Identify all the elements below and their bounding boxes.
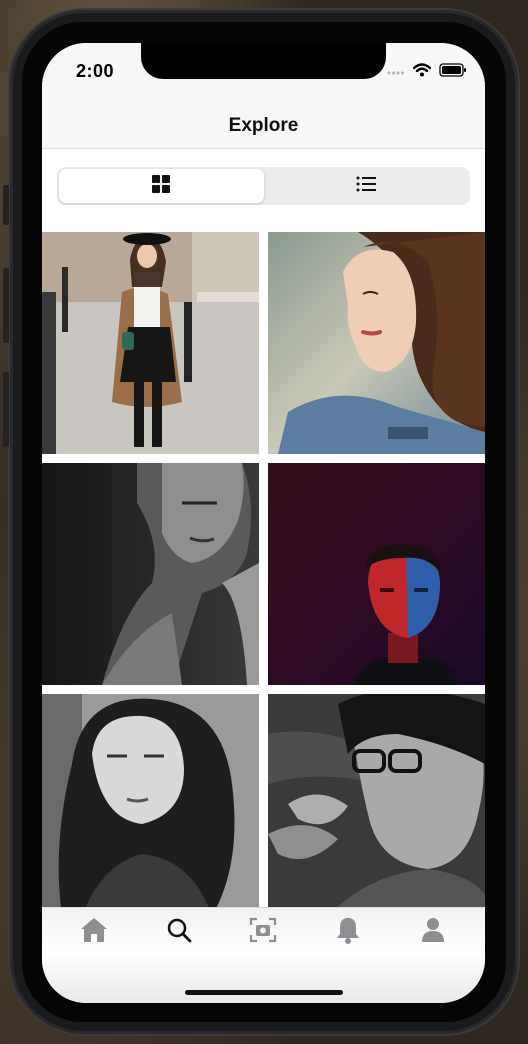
- profile-icon: [421, 917, 445, 948]
- tab-notifications[interactable]: [326, 912, 370, 952]
- tab-camera[interactable]: [241, 912, 285, 952]
- photo-man-glasses[interactable]: [268, 694, 485, 916]
- home-icon: [79, 916, 109, 949]
- status-time: 2:00: [76, 61, 115, 81]
- home-indicator[interactable]: [185, 990, 343, 995]
- notch: [141, 43, 386, 79]
- explore-content: [42, 149, 485, 916]
- grid-view-icon: [152, 174, 171, 198]
- photo-woman-profile[interactable]: [268, 232, 485, 454]
- photo-man-red-blue[interactable]: [268, 463, 485, 685]
- photo-woman-portrait[interactable]: [42, 694, 259, 916]
- navigation-bar: Explore: [42, 103, 485, 149]
- volume-up-button: [3, 268, 9, 343]
- photo-woman-in-coat[interactable]: [42, 232, 259, 454]
- volume-down-button: [3, 372, 9, 447]
- view-toggle: [57, 167, 470, 205]
- battery-icon: [439, 63, 467, 82]
- cellular-signal-icon: [387, 64, 405, 82]
- tab-bar: [42, 907, 485, 1003]
- wifi-icon: [412, 63, 432, 82]
- grid-view-button[interactable]: [59, 169, 264, 203]
- bell-icon: [335, 916, 361, 949]
- tab-profile[interactable]: [411, 912, 455, 952]
- screen: 2:00 Explore: [42, 43, 485, 1003]
- search-icon: [166, 917, 192, 948]
- list-view-button[interactable]: [264, 169, 469, 203]
- list-view-icon: [356, 176, 376, 197]
- mute-switch: [3, 185, 9, 225]
- page-title: Explore: [228, 114, 299, 136]
- photo-woman-monochrome[interactable]: [42, 463, 259, 685]
- photo-grid: [42, 232, 485, 916]
- status-icons: [387, 63, 467, 82]
- tab-home[interactable]: [72, 912, 116, 952]
- camera-icon: [249, 917, 277, 948]
- tab-search[interactable]: [157, 912, 201, 952]
